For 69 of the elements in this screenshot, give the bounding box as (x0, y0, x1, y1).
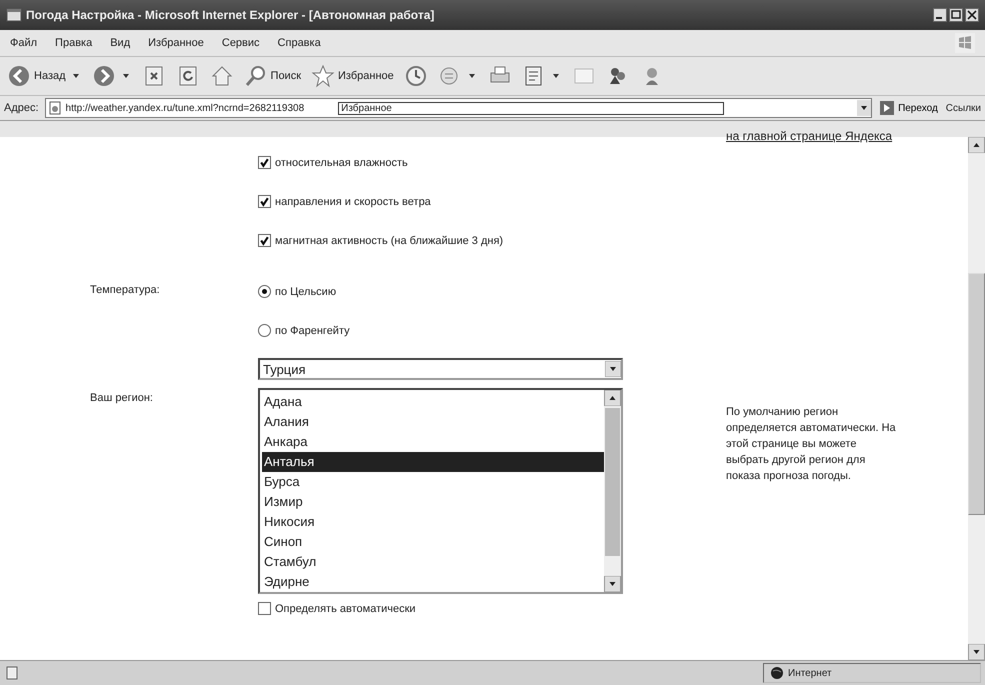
address-label: Адрес: (4, 102, 39, 114)
links-button[interactable]: Ссылки (946, 102, 981, 114)
option-label: магнитная активность (на ближайшие 3 дня) (275, 234, 504, 246)
window-title: Погода Настройка - Microsoft Internet Explorer - [Автономная работа] (26, 8, 434, 22)
star-icon (311, 64, 336, 88)
zone-label: Интернет (788, 668, 832, 678)
browser-icon (6, 7, 22, 23)
region-label: Ваш регион: (90, 392, 153, 404)
help-text: По умолчанию регион определяется автоматически. На этой странице вы можете выбрать другой регион для показа прогноза погоды. (726, 405, 897, 484)
dropdown-arrow-icon[interactable] (122, 74, 129, 78)
menu-item[interactable]: Сервис (222, 37, 260, 49)
search-icon (244, 64, 268, 88)
toolbar-button[interactable]: Назад (4, 62, 69, 90)
address-field[interactable]: http://weather.yandex.ru/tune.xml?ncrnd=2682119308 Избранное (44, 98, 872, 118)
minimize-icon[interactable] (933, 8, 947, 22)
city-list-item[interactable]: Бурса (262, 472, 604, 492)
city-list-item[interactable]: Адана (262, 392, 604, 412)
windows-logo-icon (955, 33, 975, 53)
menu-item[interactable]: Вид (110, 37, 130, 49)
dropdown-arrow-icon[interactable] (605, 361, 621, 377)
page-icon (4, 665, 20, 681)
scroll-thumb[interactable] (968, 273, 985, 515)
scroll-up-icon[interactable] (604, 390, 621, 406)
city-list-item[interactable]: Анталья (262, 452, 604, 472)
globe-icon (770, 666, 784, 680)
radio-label: по Фаренгейту (275, 324, 350, 336)
option-label: направления и скорость ветра (275, 196, 431, 208)
yandex-link[interactable]: на главной странице Яндекса (726, 129, 892, 143)
dropdown-arrow-icon[interactable] (552, 74, 559, 78)
menu-item[interactable]: Файл (10, 37, 38, 49)
scrollbar[interactable] (604, 390, 621, 592)
radio-button[interactable] (258, 285, 271, 298)
go-button[interactable]: Переход (878, 101, 940, 115)
city-list-item[interactable]: Алания (262, 412, 604, 432)
checkbox[interactable] (258, 195, 271, 208)
home-icon (210, 64, 234, 88)
scroll-up-icon[interactable] (968, 137, 985, 153)
option-label: Определять автоматически (275, 602, 416, 614)
radio-button[interactable] (258, 324, 271, 337)
checkbox[interactable] (258, 234, 271, 247)
city-list-item[interactable]: Стамбул (262, 552, 604, 572)
temperature-label: Температура: (90, 284, 160, 296)
close-icon[interactable] (965, 8, 979, 22)
city-list-item[interactable]: Синоп (262, 532, 604, 552)
city-list-item[interactable]: Анкара (262, 432, 604, 452)
page-icon (48, 101, 62, 115)
menu-item[interactable]: Справка (278, 37, 321, 49)
country-dropdown[interactable]: Турция (258, 358, 623, 380)
city-list-item[interactable]: Эдирне (262, 572, 604, 592)
city-list-item[interactable]: Измир (262, 492, 604, 512)
autocomplete-suggestion[interactable]: Избранное (338, 102, 724, 114)
scroll-thumb[interactable] (605, 408, 620, 556)
menu-item[interactable]: Правка (55, 37, 92, 49)
clock-icon (404, 64, 428, 88)
maximize-icon[interactable] (949, 8, 963, 22)
checkbox[interactable] (258, 156, 271, 169)
page-scrollbar[interactable] (968, 137, 985, 660)
dropdown-arrow-icon[interactable] (72, 74, 79, 78)
city-list-item[interactable]: Никосия (262, 512, 604, 532)
menu-item[interactable]: Избранное (148, 37, 204, 49)
city-listbox[interactable]: Адана Алания Анкара Анталья Бурса Измир Никосия Синоп Стамбул Эдирне (258, 388, 623, 594)
option-label: относительная влажность (275, 156, 408, 168)
toolbar-button[interactable]: Поиск (240, 62, 304, 90)
scroll-down-icon[interactable] (968, 644, 985, 660)
toolbar-button[interactable]: Избранное (308, 62, 397, 90)
checkbox[interactable] (258, 602, 271, 615)
scroll-down-icon[interactable] (604, 576, 621, 592)
dropdown-arrow-icon[interactable] (468, 74, 475, 78)
radio-label: по Цельсию (275, 286, 336, 298)
